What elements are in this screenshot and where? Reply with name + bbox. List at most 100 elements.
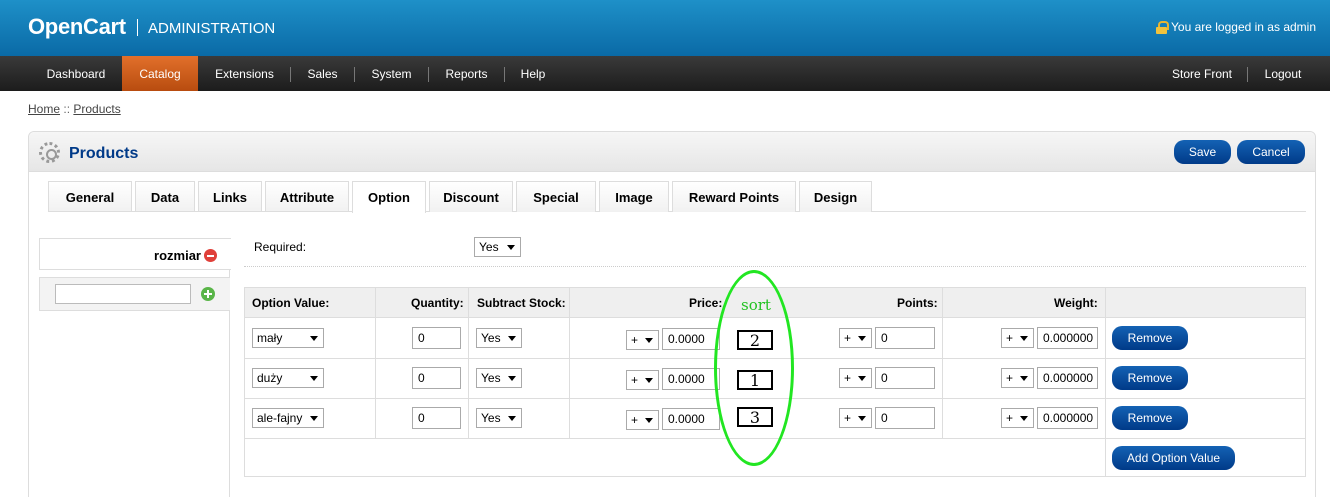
chevron-down-icon — [507, 245, 515, 250]
breadcrumb-products[interactable]: Products — [73, 102, 120, 116]
header-option-value: Option Value: — [252, 296, 330, 310]
page-title: Products — [69, 145, 139, 162]
column-divider — [468, 288, 469, 438]
option-value-text: mały — [257, 331, 283, 345]
new-option-input[interactable] — [55, 284, 191, 304]
chevron-down-icon — [645, 418, 653, 423]
price-prefix-text: + — [631, 373, 639, 387]
tab-option[interactable]: Option — [352, 181, 426, 213]
menu-help[interactable]: Help — [505, 56, 561, 91]
tab-special[interactable]: Special — [516, 181, 596, 212]
menu-extensions[interactable]: Extensions — [199, 56, 290, 91]
menu-catalog[interactable]: Catalog — [122, 56, 198, 91]
cancel-button[interactable]: Cancel — [1237, 140, 1305, 164]
remove-button[interactable]: Remove — [1112, 326, 1188, 350]
remove-button[interactable]: Remove — [1112, 406, 1188, 430]
add-icon[interactable] — [201, 287, 215, 301]
points-input[interactable]: 0 — [875, 327, 935, 349]
chevron-down-icon — [1020, 376, 1028, 381]
points-prefix-select[interactable]: + — [839, 328, 872, 348]
main-menu: Dashboard Catalog Extensions Sales Syste… — [0, 56, 1330, 91]
weight-prefix-select[interactable]: + — [1001, 368, 1034, 388]
divider — [244, 266, 1306, 267]
price-input[interactable]: 0.0000 — [662, 408, 720, 430]
quantity-input[interactable]: 0 — [412, 407, 461, 429]
price-prefix-select[interactable]: + — [626, 370, 659, 390]
tab-reward-points[interactable]: Reward Points — [672, 181, 796, 212]
option-value-text: duży — [257, 371, 283, 385]
price-input[interactable]: 0.0000 — [662, 328, 720, 350]
logo-separator — [137, 19, 138, 36]
chevron-down-icon — [1020, 416, 1028, 421]
column-divider — [375, 288, 376, 438]
points-prefix-text: + — [844, 331, 852, 345]
weight-input[interactable]: 0.000000 — [1037, 367, 1098, 389]
required-select-value: Yes — [479, 240, 499, 254]
chevron-down-icon — [858, 376, 866, 381]
weight-input[interactable]: 0.000000 — [1037, 407, 1098, 429]
menu-dashboard[interactable]: Dashboard — [30, 56, 122, 91]
remove-icon[interactable] — [204, 249, 217, 262]
chevron-down-icon — [645, 338, 653, 343]
option-value-select[interactable]: mały — [252, 328, 324, 348]
column-divider — [942, 288, 943, 438]
menu-logout[interactable]: Logout — [1250, 56, 1316, 91]
menu-store-front[interactable]: Store Front — [1160, 56, 1244, 91]
weight-prefix-text: + — [1006, 411, 1014, 425]
breadcrumb-home[interactable]: Home — [28, 102, 60, 116]
required-select[interactable]: Yes — [474, 237, 521, 257]
tab-links[interactable]: Links — [198, 181, 262, 212]
chevron-down-icon — [310, 336, 318, 341]
weight-prefix-text: + — [1006, 371, 1014, 385]
add-option-value-button[interactable]: Add Option Value — [1112, 446, 1235, 470]
subtract-text: Yes — [481, 331, 501, 345]
option-value-select[interactable]: duży — [252, 368, 324, 388]
subtract-select[interactable]: Yes — [476, 328, 522, 348]
points-prefix-text: + — [844, 411, 852, 425]
points-prefix-select[interactable]: + — [839, 408, 872, 428]
tab-data[interactable]: Data — [135, 181, 195, 212]
tab-design[interactable]: Design — [799, 181, 872, 212]
admin-label: ADMINISTRATION — [148, 20, 276, 37]
quantity-input[interactable]: 0 — [412, 327, 461, 349]
tab-general[interactable]: General — [48, 181, 132, 212]
price-prefix-select[interactable]: + — [626, 330, 659, 350]
tab-image[interactable]: Image — [599, 181, 669, 212]
tab-discount[interactable]: Discount — [429, 181, 513, 212]
option-value-select[interactable]: ale-fajny — [252, 408, 324, 428]
option-list: rozmiar — [39, 238, 231, 497]
price-prefix-select[interactable]: + — [626, 410, 659, 430]
header-weight: Weight: — [1054, 296, 1098, 310]
menu-system[interactable]: System — [355, 56, 428, 91]
menu-reports[interactable]: Reports — [429, 56, 504, 91]
chevron-down-icon — [508, 336, 516, 341]
sort-annotation-label: sort — [741, 296, 771, 314]
points-input[interactable]: 0 — [875, 367, 935, 389]
chevron-down-icon — [310, 416, 318, 421]
required-label: Required: — [254, 240, 307, 254]
header-price: Price: — [689, 296, 723, 310]
price-input[interactable]: 0.0000 — [662, 368, 720, 390]
subtract-select[interactable]: Yes — [476, 408, 522, 428]
weight-prefix-select[interactable]: + — [1001, 408, 1034, 428]
points-input[interactable]: 0 — [875, 407, 935, 429]
menu-sales[interactable]: Sales — [291, 56, 354, 91]
points-prefix-select[interactable]: + — [839, 368, 872, 388]
logged-in-status: You are logged in as admin — [1156, 20, 1316, 34]
subtract-text: Yes — [481, 411, 501, 425]
chevron-down-icon — [508, 416, 516, 421]
remove-button[interactable]: Remove — [1112, 366, 1188, 390]
chevron-down-icon — [1020, 336, 1028, 341]
weight-input[interactable]: 0.000000 — [1037, 327, 1098, 349]
quantity-input[interactable]: 0 — [412, 367, 461, 389]
gear-icon — [39, 142, 60, 163]
price-prefix-text: + — [631, 333, 639, 347]
option-item-rozmiar[interactable]: rozmiar — [39, 238, 231, 270]
subtract-select[interactable]: Yes — [476, 368, 522, 388]
weight-prefix-select[interactable]: + — [1001, 328, 1034, 348]
box-heading: Products Save Cancel — [29, 132, 1315, 172]
column-divider — [569, 288, 570, 438]
breadcrumb: Home :: Products — [28, 102, 121, 116]
tab-attribute[interactable]: Attribute — [265, 181, 349, 212]
save-button[interactable]: Save — [1174, 140, 1231, 164]
